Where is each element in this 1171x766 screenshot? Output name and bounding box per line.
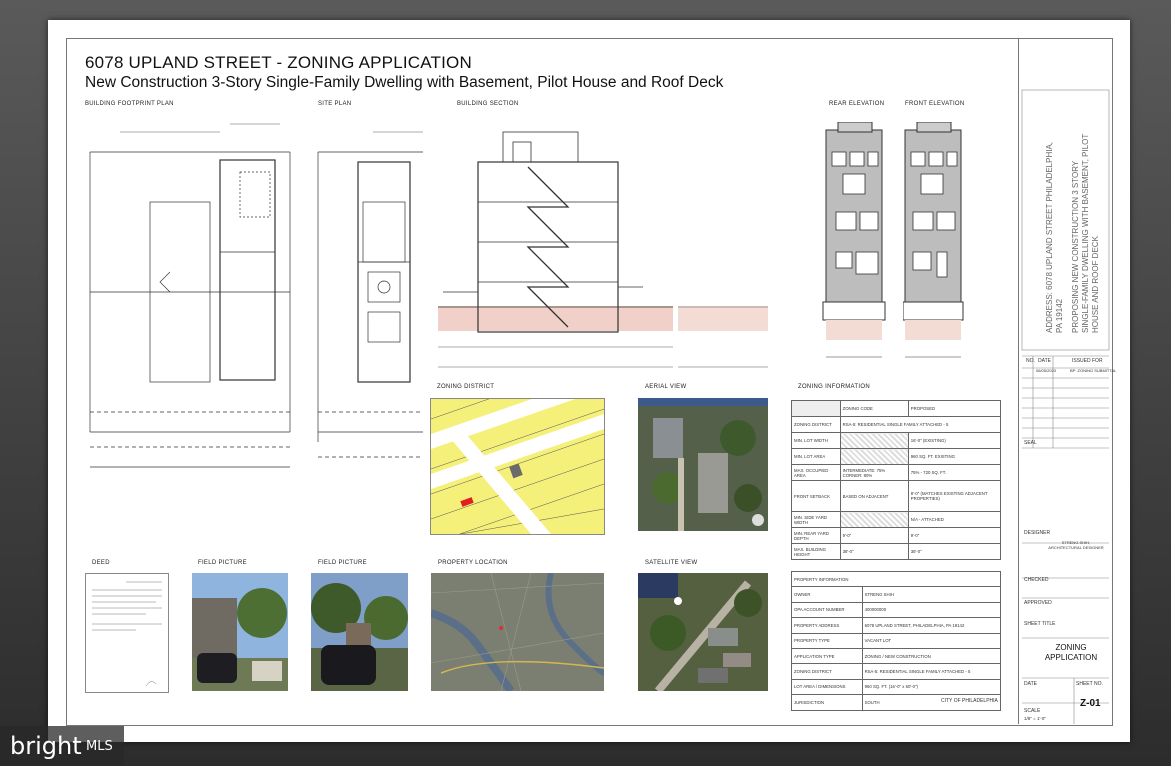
field-picture-2 bbox=[311, 573, 408, 691]
table-row: FRONT SETBACK BASED ON ADJACENT 8'-0" (MAT… bbox=[791, 480, 1002, 512]
zoning-header-proposed: PROPOSED bbox=[907, 400, 1002, 417]
section-dimension-lines bbox=[678, 306, 768, 368]
rev-issued-label: ISSUED FOR bbox=[1072, 358, 1103, 364]
property-info-title: PROPERTY INFORMATION bbox=[791, 570, 1001, 588]
zoning-info-table: ZONING CODE PROPOSED ZONING DISTRICT RSA-… bbox=[791, 400, 1002, 560]
front-elevation-label: FRONT ELEVATION bbox=[905, 101, 965, 107]
footprint-plan-drawing bbox=[89, 123, 291, 468]
zoning-district-label: ZONING DISTRICT bbox=[437, 384, 495, 390]
city-label: CITY OF PHILADELPHIA bbox=[941, 698, 998, 704]
field-picture-1 bbox=[192, 573, 288, 691]
table-row: MIN. LOT WIDTH 16'-0" (EXISTING) bbox=[791, 432, 1002, 449]
drawing-sheet: 6078 UPLAND STREET - ZONING APPLICATION … bbox=[48, 20, 1130, 742]
zoning-header-code: ZONING CODE bbox=[839, 400, 909, 417]
project-address: ADDRESS: 6078 UPLAND STREET PHILADELPHIA… bbox=[1045, 141, 1064, 333]
aerial-view-image bbox=[638, 398, 768, 531]
deed-document bbox=[85, 573, 169, 693]
title-block-project-info: ADDRESS: 6078 UPLAND STREET PHILADELPHIA… bbox=[1033, 120, 1113, 333]
table-row: OWNER STRENG SHIH bbox=[791, 586, 1002, 603]
rev-date-value: 06/05/2023 bbox=[1036, 368, 1057, 373]
building-section-label: BUILDING SECTION bbox=[457, 101, 519, 107]
rev-note-value: BP: ZONING SUBMITTAL bbox=[1070, 368, 1117, 373]
project-description: PROPOSING NEW CONSTRUCTION 3 STORY SINGL… bbox=[1071, 133, 1100, 333]
table-row: PROPERTY TYPE VACANT LOT bbox=[791, 632, 1002, 649]
date-label: DATE bbox=[1024, 681, 1037, 687]
rear-elevation-label: REAR ELEVATION bbox=[829, 101, 885, 107]
zoning-info-label: ZONING INFORMATION bbox=[798, 384, 870, 390]
aerial-view-label: AERIAL VIEW bbox=[645, 384, 687, 390]
sheet-title-label: SHEET TITLE bbox=[1024, 621, 1056, 627]
building-section-drawing bbox=[438, 131, 673, 368]
table-row: MIN. REAR YARD DEPTH 9'-0" 9'-0" bbox=[791, 527, 1002, 544]
zoning-district-map bbox=[430, 398, 605, 535]
table-row: MAX. OCCUPIED AREA INTERMEDIATE: 75% CORN… bbox=[791, 464, 1002, 481]
satellite-view-image bbox=[638, 573, 768, 691]
seal-label: SEAL bbox=[1024, 440, 1037, 446]
rev-no-label: NO. bbox=[1026, 358, 1035, 364]
designer-name: STRENG SHIH, ARCHITECTURAL DESIGNER bbox=[1048, 540, 1104, 550]
scale-label: SCALE bbox=[1024, 708, 1041, 714]
approved-label: APPROVED bbox=[1024, 600, 1052, 606]
sheet-no-label: SHEET NO. bbox=[1076, 681, 1103, 687]
table-row: PROPERTY ADDRESS 6078 UPLAND STREET, PHIL… bbox=[791, 617, 1002, 634]
watermark-brand: bright bbox=[10, 732, 82, 760]
watermark-suffix: MLS bbox=[86, 739, 113, 754]
sheet-number: Z-01 bbox=[1080, 698, 1101, 709]
table-row: OPA ACCOUNT NUMBER 400000000 bbox=[791, 601, 1002, 619]
deed-label: DEED bbox=[92, 560, 110, 566]
sheet-title: 6078 UPLAND STREET - ZONING APPLICATION bbox=[85, 53, 472, 72]
table-row: LOT AREA / DIMENSIONS 960 SQ. FT. (16'-0"… bbox=[791, 678, 1002, 696]
table-row: MIN. LOT AREA 960 SQ. FT. EXISTING bbox=[791, 448, 1002, 465]
rev-date-label: DATE bbox=[1038, 358, 1051, 364]
scale-value: 1/8" = 1'-0" bbox=[1024, 716, 1046, 721]
property-info-table: PROPERTY INFORMATION OWNER STRENG SHIH OP… bbox=[791, 570, 1002, 711]
table-row: MIN. SIDE YARD WIDTH N/A - ATTACHED bbox=[791, 511, 1002, 528]
field-picture-1-label: FIELD PICTURE bbox=[198, 560, 247, 566]
bright-mls-watermark: bright MLS bbox=[0, 726, 124, 766]
sheet-subtitle: New Construction 3-Story Single-Family D… bbox=[85, 74, 724, 91]
front-elevation-drawing bbox=[903, 122, 964, 358]
table-row: ZONING DISTRICT RSA-5: RESIDENTIAL SINGLE… bbox=[791, 416, 1002, 433]
site-plan-label: SITE PLAN bbox=[318, 101, 352, 107]
rear-elevation-drawing bbox=[822, 122, 886, 358]
footprint-label: BUILDING FOOTPRINT PLAN bbox=[85, 101, 174, 107]
site-plan-drawing bbox=[317, 131, 423, 458]
checked-label: CHECKED bbox=[1024, 577, 1049, 583]
property-location-map bbox=[431, 573, 604, 691]
table-row: MAX. BUILDING HEIGHT 38'-0" 38'-0" bbox=[791, 543, 1002, 560]
sheet-title-value: ZONING APPLICATION bbox=[1044, 643, 1098, 662]
property-location-label: PROPERTY LOCATION bbox=[438, 560, 508, 566]
satellite-view-label: SATELLITE VIEW bbox=[645, 560, 698, 566]
table-row: APPLICATION TYPE ZONING / NEW CONSTRUCTIO… bbox=[791, 647, 1002, 665]
table-row: ZONING DISTRICT RSA-5: RESIDENTIAL SINGLE… bbox=[791, 663, 1002, 680]
field-picture-2-label: FIELD PICTURE bbox=[318, 560, 367, 566]
designer-label: DESIGNER bbox=[1024, 530, 1051, 536]
